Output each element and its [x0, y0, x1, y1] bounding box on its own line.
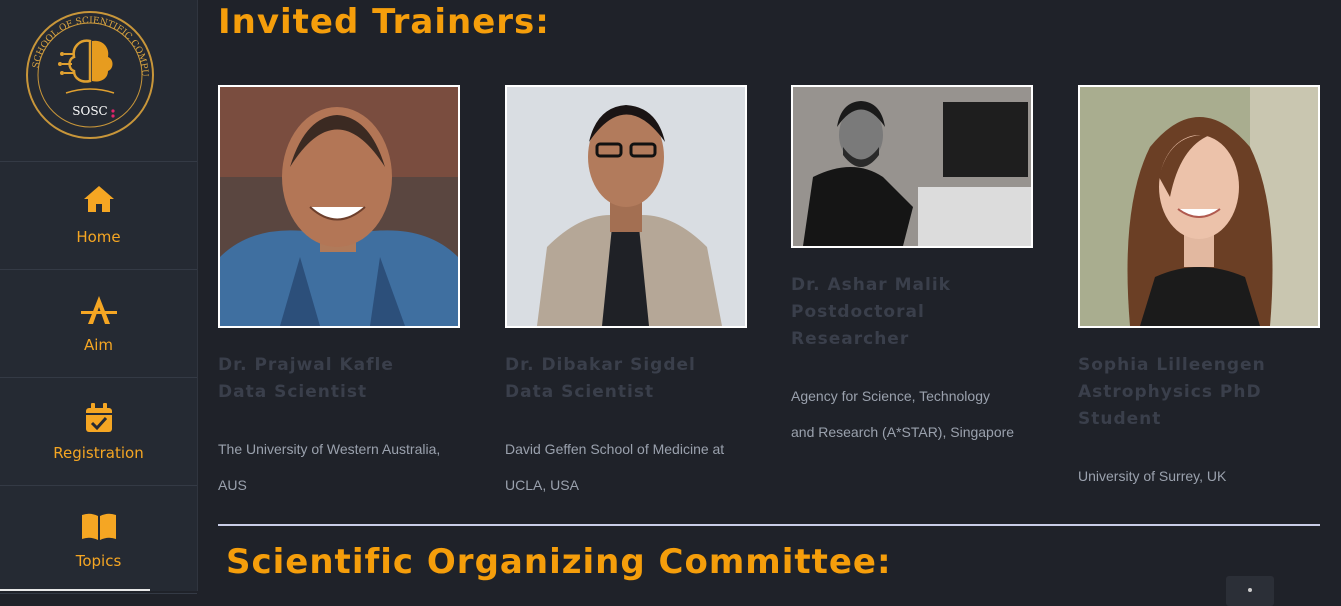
trainer-photo — [505, 85, 747, 328]
trainer-affiliation: University of Surrey, UK — [1078, 468, 1227, 484]
sidebar-item-label: Topics — [75, 552, 122, 570]
sidebar-item-topics[interactable]: Topics — [0, 486, 197, 594]
aim-icon — [80, 296, 117, 324]
trainer-name: Dr. Ashar Malik Postdoctoral Researcher — [791, 275, 951, 349]
section-divider — [218, 524, 1320, 526]
sidebar-item-registration[interactable]: Registration — [0, 378, 197, 486]
home-icon — [83, 186, 114, 212]
logo[interactable]: SCHOOL OF SCIENTIFIC COMPUTING SOSC — [0, 0, 197, 162]
arrow-up-icon — [1248, 588, 1252, 592]
trainer-name: Dr. Prajwal Kafle Data Scientist — [218, 355, 394, 402]
sidebar-item-label: Registration — [53, 444, 144, 462]
sidebar-item-aim[interactable]: Aim — [0, 270, 197, 378]
trainer-photo — [791, 85, 1033, 248]
sidebar-item-label: Home — [76, 228, 121, 246]
trainer-photo — [1078, 85, 1320, 328]
trainer-name: Dr. Dibakar Sigdel Data Scientist — [505, 355, 696, 402]
logo-label: SOSC — [72, 104, 107, 118]
committee-heading: Scientific Organizing Committee: — [226, 542, 892, 582]
trainer-photo — [218, 85, 460, 328]
book-open-icon — [81, 513, 116, 540]
calendar-check-icon — [85, 403, 112, 432]
svg-text:SCHOOL OF SCIENTIFIC COMPUTING: SCHOOL OF SCIENTIFIC COMPUTING — [24, 9, 149, 77]
trainer-affiliation: David Geffen School of Medicine at UCLA, … — [505, 441, 725, 493]
sosc-logo-icon: SCHOOL OF SCIENTIFIC COMPUTING SOSC — [24, 9, 154, 139]
sidebar: SCHOOL OF SCIENTIFIC COMPUTING SOSC Home… — [0, 0, 198, 594]
sidebar-item-home[interactable]: Home — [0, 162, 197, 270]
main-content: Invited Trainers: Dr. Prajwal Kafle Data … — [198, 0, 1341, 606]
scroll-to-top-button[interactable] — [1226, 576, 1274, 606]
trainer-affiliation: The University of Western Australia, AUS — [218, 441, 441, 493]
trainer-affiliation: Agency for Science, Technology and Resear… — [791, 388, 1015, 440]
sidebar-item-label: Aim — [83, 336, 114, 354]
trainer-name: Sophia Lilleengen Astrophysics PhD Student — [1078, 355, 1266, 429]
trainers-heading: Invited Trainers: — [218, 2, 550, 42]
